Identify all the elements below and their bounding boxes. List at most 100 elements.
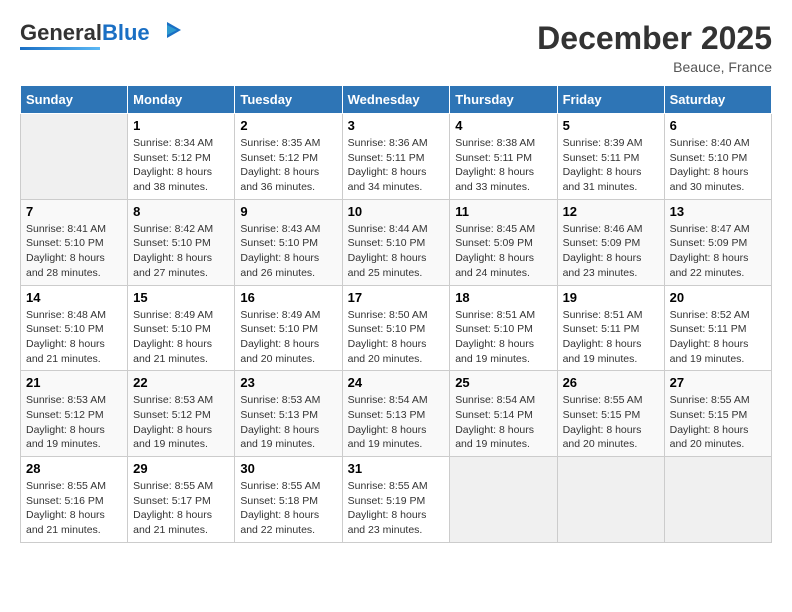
day-info: Sunrise: 8:36 AMSunset: 5:11 PMDaylight:…: [348, 136, 445, 195]
calendar-cell: 12 Sunrise: 8:46 AMSunset: 5:09 PMDayligh…: [557, 199, 664, 285]
location-subtitle: Beauce, France: [537, 59, 772, 75]
day-number: 8: [133, 204, 229, 219]
day-number: 31: [348, 461, 445, 476]
calendar-week-row: 7 Sunrise: 8:41 AMSunset: 5:10 PMDaylight…: [21, 199, 772, 285]
day-number: 22: [133, 375, 229, 390]
day-info: Sunrise: 8:55 AMSunset: 5:19 PMDaylight:…: [348, 479, 445, 538]
calendar-cell: 31 Sunrise: 8:55 AMSunset: 5:19 PMDayligh…: [342, 457, 450, 543]
calendar-cell: 7 Sunrise: 8:41 AMSunset: 5:10 PMDaylight…: [21, 199, 128, 285]
day-info: Sunrise: 8:51 AMSunset: 5:11 PMDaylight:…: [563, 308, 659, 367]
calendar-cell: 20 Sunrise: 8:52 AMSunset: 5:11 PMDayligh…: [664, 285, 771, 371]
day-number: 21: [26, 375, 122, 390]
day-info: Sunrise: 8:55 AMSunset: 5:15 PMDaylight:…: [563, 393, 659, 452]
calendar-cell: 25 Sunrise: 8:54 AMSunset: 5:14 PMDayligh…: [450, 371, 557, 457]
calendar-week-row: 1Sunrise: 8:34 AMSunset: 5:12 PMDaylight…: [21, 114, 772, 200]
day-number: 9: [240, 204, 336, 219]
weekday-header-thursday: Thursday: [450, 86, 557, 114]
month-year-title: December 2025: [537, 20, 772, 57]
day-info: Sunrise: 8:55 AMSunset: 5:18 PMDaylight:…: [240, 479, 336, 538]
calendar-cell: 28 Sunrise: 8:55 AMSunset: 5:16 PMDayligh…: [21, 457, 128, 543]
day-info: Sunrise: 8:55 AMSunset: 5:15 PMDaylight:…: [670, 393, 766, 452]
day-info: Sunrise: 8:52 AMSunset: 5:11 PMDaylight:…: [670, 308, 766, 367]
day-info: Sunrise: 8:54 AMSunset: 5:14 PMDaylight:…: [455, 393, 551, 452]
logo-underline: [20, 47, 100, 50]
day-info: Sunrise: 8:53 AMSunset: 5:12 PMDaylight:…: [26, 393, 122, 452]
day-number: 2: [240, 118, 336, 133]
day-number: 7: [26, 204, 122, 219]
day-info: Sunrise: 8:46 AMSunset: 5:09 PMDaylight:…: [563, 222, 659, 281]
day-number: 14: [26, 290, 122, 305]
calendar-cell: 11Sunrise: 8:45 AMSunset: 5:09 PMDayligh…: [450, 199, 557, 285]
day-info: Sunrise: 8:51 AMSunset: 5:10 PMDaylight:…: [455, 308, 551, 367]
calendar-cell: 2 Sunrise: 8:35 AMSunset: 5:12 PMDaylight…: [235, 114, 342, 200]
calendar-cell: [557, 457, 664, 543]
day-number: 27: [670, 375, 766, 390]
calendar-cell: [450, 457, 557, 543]
calendar-cell: 4Sunrise: 8:38 AMSunset: 5:11 PMDaylight…: [450, 114, 557, 200]
logo: GeneralBlue: [20, 20, 181, 50]
day-info: Sunrise: 8:53 AMSunset: 5:13 PMDaylight:…: [240, 393, 336, 452]
calendar-cell: 5 Sunrise: 8:39 AMSunset: 5:11 PMDaylight…: [557, 114, 664, 200]
day-number: 5: [563, 118, 659, 133]
day-number: 25: [455, 375, 551, 390]
calendar-cell: 16Sunrise: 8:49 AMSunset: 5:10 PMDayligh…: [235, 285, 342, 371]
day-number: 30: [240, 461, 336, 476]
calendar-week-row: 21 Sunrise: 8:53 AMSunset: 5:12 PMDayligh…: [21, 371, 772, 457]
calendar-cell: 6 Sunrise: 8:40 AMSunset: 5:10 PMDaylight…: [664, 114, 771, 200]
day-number: 23: [240, 375, 336, 390]
calendar-cell: 18 Sunrise: 8:51 AMSunset: 5:10 PMDayligh…: [450, 285, 557, 371]
day-info: Sunrise: 8:49 AMSunset: 5:10 PMDaylight:…: [133, 308, 229, 367]
day-info: Sunrise: 8:40 AMSunset: 5:10 PMDaylight:…: [670, 136, 766, 195]
day-number: 18: [455, 290, 551, 305]
day-number: 12: [563, 204, 659, 219]
day-info: Sunrise: 8:41 AMSunset: 5:10 PMDaylight:…: [26, 222, 122, 281]
day-info: Sunrise: 8:55 AMSunset: 5:17 PMDaylight:…: [133, 479, 229, 538]
day-number: 24: [348, 375, 445, 390]
calendar-cell: 15 Sunrise: 8:49 AMSunset: 5:10 PMDayligh…: [128, 285, 235, 371]
calendar-week-row: 28 Sunrise: 8:55 AMSunset: 5:16 PMDayligh…: [21, 457, 772, 543]
weekday-header-monday: Monday: [128, 86, 235, 114]
day-info: Sunrise: 8:55 AMSunset: 5:16 PMDaylight:…: [26, 479, 122, 538]
day-info: Sunrise: 8:53 AMSunset: 5:12 PMDaylight:…: [133, 393, 229, 452]
logo-flag-icon: [153, 20, 181, 42]
calendar-cell: 14 Sunrise: 8:48 AMSunset: 5:10 PMDayligh…: [21, 285, 128, 371]
day-number: 11: [455, 204, 551, 219]
day-number: 1: [133, 118, 229, 133]
calendar-cell: 10Sunrise: 8:44 AMSunset: 5:10 PMDayligh…: [342, 199, 450, 285]
calendar-cell: 8 Sunrise: 8:42 AMSunset: 5:10 PMDaylight…: [128, 199, 235, 285]
calendar-cell: 26 Sunrise: 8:55 AMSunset: 5:15 PMDayligh…: [557, 371, 664, 457]
calendar-cell: 3Sunrise: 8:36 AMSunset: 5:11 PMDaylight…: [342, 114, 450, 200]
calendar-cell: 30 Sunrise: 8:55 AMSunset: 5:18 PMDayligh…: [235, 457, 342, 543]
weekday-header-wednesday: Wednesday: [342, 86, 450, 114]
day-number: 10: [348, 204, 445, 219]
calendar-cell: 13Sunrise: 8:47 AMSunset: 5:09 PMDayligh…: [664, 199, 771, 285]
calendar-cell: [664, 457, 771, 543]
day-info: Sunrise: 8:42 AMSunset: 5:10 PMDaylight:…: [133, 222, 229, 281]
day-number: 20: [670, 290, 766, 305]
calendar-cell: 1Sunrise: 8:34 AMSunset: 5:12 PMDaylight…: [128, 114, 235, 200]
calendar-cell: 24Sunrise: 8:54 AMSunset: 5:13 PMDayligh…: [342, 371, 450, 457]
day-info: Sunrise: 8:39 AMSunset: 5:11 PMDaylight:…: [563, 136, 659, 195]
day-number: 13: [670, 204, 766, 219]
day-number: 28: [26, 461, 122, 476]
day-number: 15: [133, 290, 229, 305]
day-info: Sunrise: 8:38 AMSunset: 5:11 PMDaylight:…: [455, 136, 551, 195]
calendar-table: SundayMondayTuesdayWednesdayThursdayFrid…: [20, 85, 772, 543]
day-info: Sunrise: 8:35 AMSunset: 5:12 PMDaylight:…: [240, 136, 336, 195]
calendar-cell: [21, 114, 128, 200]
weekday-header-friday: Friday: [557, 86, 664, 114]
title-block: December 2025 Beauce, France: [537, 20, 772, 75]
day-number: 26: [563, 375, 659, 390]
page-header: GeneralBlue December 2025 Beauce, France: [20, 20, 772, 75]
day-number: 6: [670, 118, 766, 133]
weekday-header-sunday: Sunday: [21, 86, 128, 114]
calendar-cell: 23 Sunrise: 8:53 AMSunset: 5:13 PMDayligh…: [235, 371, 342, 457]
calendar-week-row: 14 Sunrise: 8:48 AMSunset: 5:10 PMDayligh…: [21, 285, 772, 371]
day-number: 29: [133, 461, 229, 476]
calendar-cell: 17Sunrise: 8:50 AMSunset: 5:10 PMDayligh…: [342, 285, 450, 371]
calendar-cell: 27 Sunrise: 8:55 AMSunset: 5:15 PMDayligh…: [664, 371, 771, 457]
calendar-cell: 22 Sunrise: 8:53 AMSunset: 5:12 PMDayligh…: [128, 371, 235, 457]
day-info: Sunrise: 8:48 AMSunset: 5:10 PMDaylight:…: [26, 308, 122, 367]
day-number: 19: [563, 290, 659, 305]
day-info: Sunrise: 8:49 AMSunset: 5:10 PMDaylight:…: [240, 308, 336, 367]
